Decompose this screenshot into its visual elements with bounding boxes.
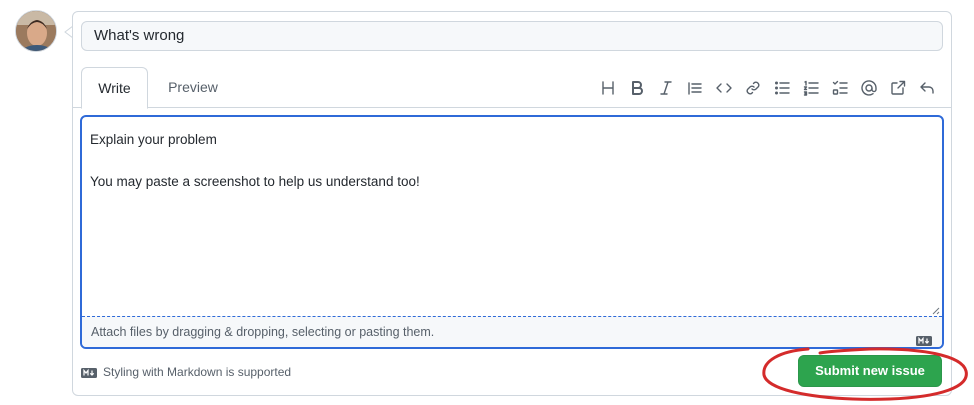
file-attachment-bar[interactable]: Attach files by dragging & dropping, sel… — [82, 316, 942, 347]
submit-new-issue-button[interactable]: Submit new issue — [798, 355, 942, 387]
cross-reference-icon[interactable] — [883, 76, 912, 100]
reply-icon[interactable] — [912, 76, 941, 100]
markdown-support-note[interactable]: Styling with Markdown is supported — [81, 365, 291, 379]
heading-icon[interactable] — [593, 76, 622, 100]
link-icon[interactable] — [738, 76, 767, 100]
tab-preview[interactable]: Preview — [157, 67, 229, 109]
comment-body-text[interactable]: Explain your problem You may paste a scr… — [90, 129, 930, 309]
markdown-icon — [916, 327, 932, 346]
markdown-toolbar — [593, 76, 941, 100]
markdown-note-text: Styling with Markdown is supported — [103, 365, 292, 379]
code-icon[interactable] — [709, 76, 738, 100]
tab-write[interactable]: Write — [81, 67, 148, 109]
quote-icon[interactable] — [680, 76, 709, 100]
unordered-list-icon[interactable] — [767, 76, 796, 100]
issue-title-input[interactable]: What's wrong — [81, 21, 943, 51]
editor-tabs: Write Preview — [73, 67, 951, 109]
comment-body-textarea[interactable]: Explain your problem You may paste a scr… — [80, 115, 944, 349]
mention-icon[interactable] — [854, 76, 883, 100]
avatar[interactable] — [15, 10, 57, 52]
attach-hint-text: Attach files by dragging & dropping, sel… — [91, 325, 435, 339]
ordered-list-icon[interactable] — [796, 76, 825, 100]
italic-icon[interactable] — [651, 76, 680, 100]
bold-icon[interactable] — [622, 76, 651, 100]
resize-handle-icon[interactable] — [930, 305, 940, 315]
markdown-icon — [81, 367, 97, 378]
new-issue-form: What's wrong Write Preview Explain your … — [72, 11, 952, 396]
task-list-icon[interactable] — [825, 76, 854, 100]
